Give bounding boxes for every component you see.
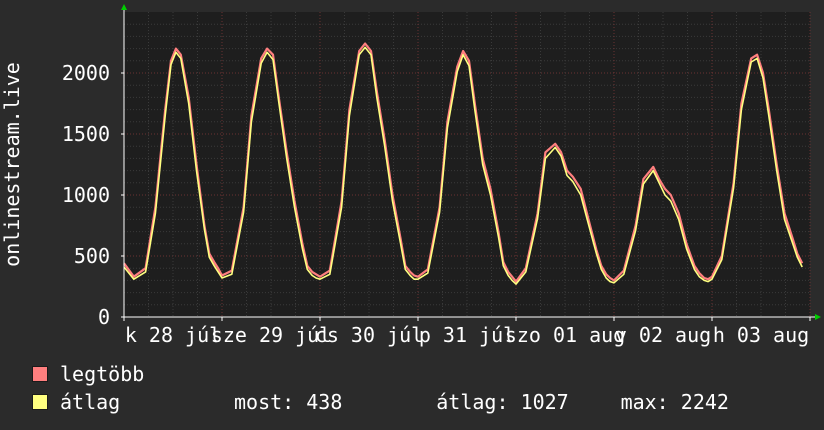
x-axis-arrow [815,314,821,320]
y-axis-arrow [121,4,127,10]
legend-max-swatch [32,366,48,382]
x-tick-label: k 28 júl [125,323,221,347]
legend-max-label: legtöbb [60,362,145,386]
legend-max: legtöbb [32,362,144,386]
chart-svg: 0 500 1000 1500 2000 k 28 júlsze 29 júlcs 30 … [0,4,821,347]
legend-avg-swatch [32,394,48,410]
y-tick-label: 2000 [62,61,110,85]
x-tick-label: cs 30 júl [315,323,423,347]
stat-now-label: most: [234,390,295,414]
stat-avg-label: átlag: [436,390,509,414]
stat-now-value: 438 [306,390,343,414]
stat-max-label: max: [620,390,669,414]
y-tick-label: 1000 [62,183,110,207]
x-tick-label: h 03 aug [713,323,809,347]
y-tick-label: 0 [98,305,110,329]
y-tick-label: 500 [74,244,110,268]
y-axis-label: onlinestream.live [0,62,24,267]
stat-avg-value: 1027 [520,390,569,414]
y-tick-label: 1500 [62,122,110,146]
x-tick-label: szo 01 aug [505,323,625,347]
stat-max-value: 2242 [680,390,729,414]
x-tick-label: sze 29 júl [211,323,331,347]
x-tick-label: p 31 júl [419,323,515,347]
x-tick-label: v 02 aug [615,323,711,347]
legend-avg-label: átlag [60,390,121,414]
legend-avg-row: átlag most: 438 átlag: 1027 max: 2242 [32,390,812,414]
